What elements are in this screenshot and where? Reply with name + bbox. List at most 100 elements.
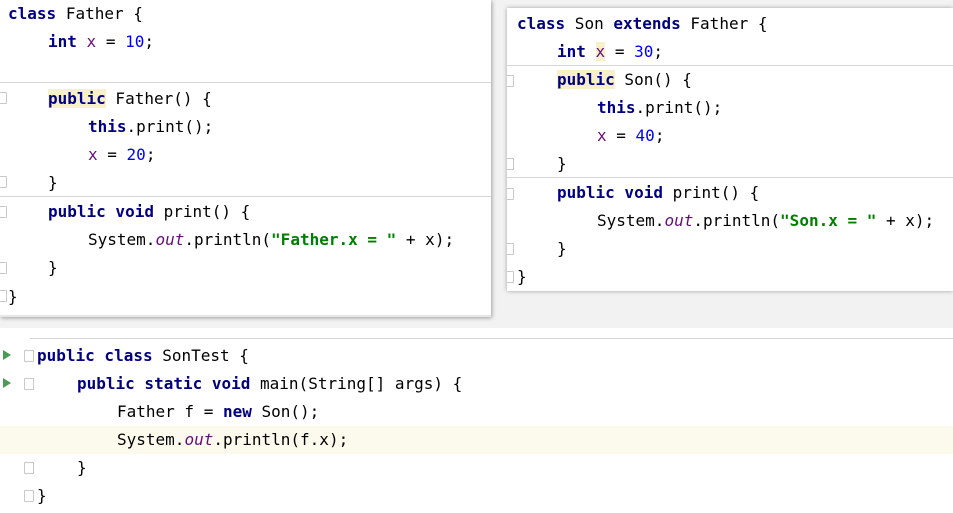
code-line[interactable]: public Son() { (557, 66, 953, 94)
code-line[interactable]: class Son extends Father { (517, 10, 953, 38)
code-line[interactable]: int x = 10; (48, 28, 491, 56)
static-field: out (664, 211, 694, 230)
code-line[interactable]: System.out.println(f.x); (117, 426, 953, 454)
fold-marker-icon[interactable] (0, 262, 7, 274)
number-literal: 30 (634, 42, 654, 61)
code-line[interactable]: System.out.println("Son.x = " + x); (597, 207, 953, 235)
method-call: .println(f.x); (213, 430, 349, 449)
fold-marker-icon[interactable] (0, 206, 7, 218)
number-literal: 20 (126, 145, 146, 164)
expression: + x); (396, 230, 455, 249)
code-line[interactable]: } (517, 263, 953, 291)
class-ref: System. (117, 430, 185, 449)
class-ref: System. (88, 230, 156, 249)
code-line[interactable]: } (48, 254, 491, 282)
code-line[interactable]: int x = 30; (557, 38, 953, 66)
code-line[interactable]: x = 20; (88, 141, 491, 169)
method-call: .println( (184, 230, 272, 249)
fold-marker-icon[interactable] (24, 490, 34, 502)
constructor-signature: Father() { (105, 89, 212, 108)
fold-marker-icon[interactable] (507, 158, 514, 170)
keyword: extends (613, 14, 681, 33)
code-line[interactable]: } (37, 482, 953, 510)
operator: = (97, 145, 127, 164)
string-literal: "Father.x = " (271, 230, 397, 249)
sontest-editor[interactable]: public class SonTest { public static voi… (0, 328, 953, 513)
code-line[interactable]: public static void main(String[] args) { (77, 370, 953, 398)
field-name: x (597, 126, 607, 145)
code-line[interactable]: Father f = new Son(); (117, 398, 953, 426)
keyword: public (557, 70, 615, 89)
keyword: class (8, 4, 57, 23)
class-name: Son (565, 14, 614, 33)
keyword: int (48, 32, 77, 51)
fold-marker-icon[interactable] (24, 378, 34, 390)
operator: = (605, 42, 635, 61)
code-line[interactable]: public Father() { (48, 85, 491, 113)
static-field: out (155, 230, 185, 249)
method-separator (0, 82, 491, 83)
fold-marker-icon[interactable] (507, 75, 514, 87)
keyword: this (88, 117, 127, 136)
semicolon: ; (654, 126, 665, 145)
superclass-name: Father { (680, 14, 768, 33)
brace: } (557, 154, 567, 173)
father-class-editor[interactable]: class Father { int x = 10; public Father… (0, 0, 491, 317)
operator: = (96, 32, 126, 51)
expression: + x); (876, 211, 935, 230)
method-call: .print(); (635, 98, 723, 117)
method-signature: print() { (662, 183, 760, 202)
fold-marker-icon[interactable] (24, 350, 34, 362)
son-class-editor[interactable]: class Son extends Father { int x = 30; p… (507, 8, 953, 291)
keyword: class (517, 14, 566, 33)
fold-marker-icon[interactable] (0, 176, 7, 188)
method-signature: print() { (153, 202, 251, 221)
string-literal: "Son.x = " (780, 211, 877, 230)
brace: } (8, 287, 18, 306)
brace: } (37, 486, 47, 505)
fold-marker-icon[interactable] (507, 243, 514, 255)
code-line[interactable]: this.print(); (88, 113, 491, 141)
code-line[interactable]: } (557, 150, 953, 178)
code-line[interactable]: System.out.println("Father.x = " + x); (88, 226, 491, 254)
code-line[interactable]: } (48, 169, 491, 197)
brace: } (48, 173, 58, 192)
field-name: x (88, 145, 98, 164)
method-separator (0, 196, 491, 197)
run-icon[interactable] (3, 378, 11, 388)
class-name: SonTest { (152, 346, 249, 365)
code-line[interactable]: } (557, 235, 953, 263)
fold-marker-icon[interactable] (0, 92, 7, 104)
constructor-call: Son(); (251, 402, 320, 421)
code-line[interactable]: x = 40; (597, 122, 953, 150)
fold-marker-icon[interactable] (24, 462, 34, 474)
fold-marker-icon[interactable] (507, 188, 514, 200)
method-separator (30, 338, 953, 339)
class-name: Father { (65, 4, 143, 23)
semicolon: ; (653, 42, 663, 61)
brace: } (77, 458, 87, 477)
brace: } (557, 239, 567, 258)
declaration: Father f = (117, 402, 223, 421)
keyword: public void (48, 202, 154, 221)
method-call: .print(); (126, 117, 214, 136)
number-literal: 10 (125, 32, 145, 51)
brace: } (517, 267, 527, 286)
constructor-signature: Son() { (614, 70, 692, 89)
fold-marker-icon[interactable] (0, 290, 7, 302)
keyword: new (222, 402, 252, 421)
run-icon[interactable] (3, 350, 11, 360)
code-line[interactable]: this.print(); (597, 94, 953, 122)
static-field: out (184, 430, 214, 449)
keyword: int (557, 42, 586, 61)
code-line[interactable]: } (8, 283, 491, 311)
field-name: x (86, 32, 97, 51)
fold-marker-icon[interactable] (507, 271, 514, 283)
code-line[interactable]: public class SonTest { (37, 342, 953, 370)
keyword: public class (37, 346, 153, 365)
code-line[interactable]: public void print() { (48, 198, 491, 226)
code-line[interactable]: } (77, 454, 953, 482)
class-ref: System. (597, 211, 665, 230)
code-line[interactable]: class Father { (8, 0, 491, 28)
code-line[interactable]: public void print() { (557, 179, 953, 207)
